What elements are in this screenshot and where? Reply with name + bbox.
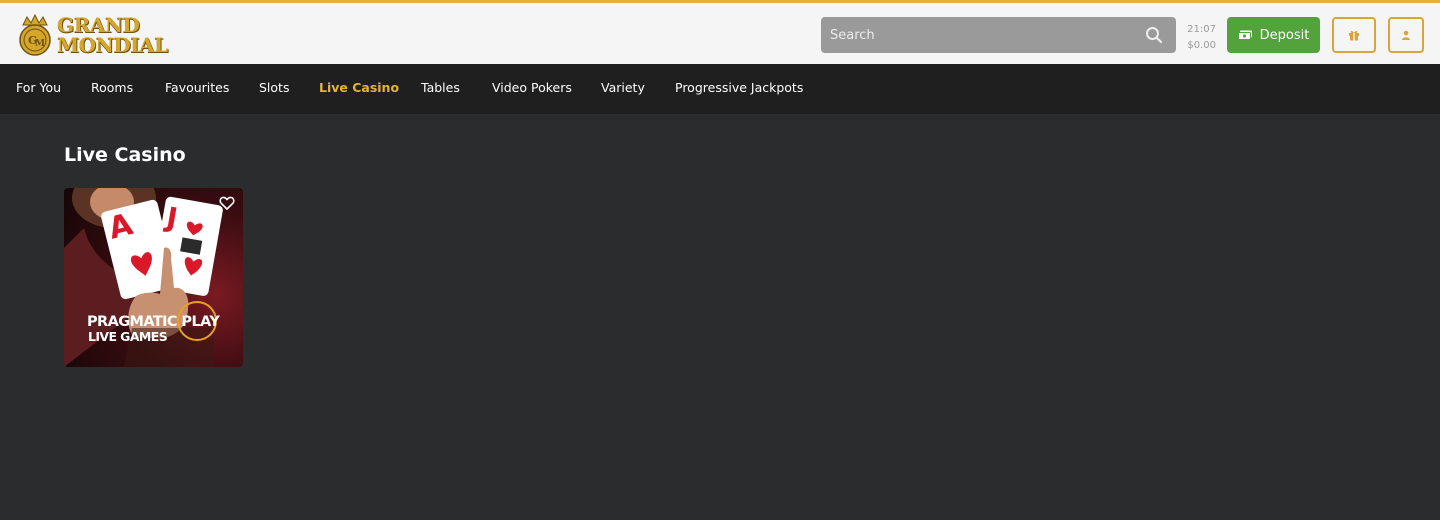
svg-text:M: M: [35, 39, 45, 49]
nav-item-video-pokers[interactable]: Video Pokers: [492, 64, 572, 114]
gift-icon: [1349, 30, 1359, 41]
nav-item-live-casino[interactable]: Live Casino: [319, 64, 399, 114]
brand-line-2: LIVE GAMES: [88, 329, 168, 344]
logo-line-1: GRAND: [57, 13, 140, 37]
crown-crest-icon: G M: [19, 13, 51, 56]
user-icon: [1402, 30, 1410, 40]
nav-item-for-you[interactable]: For You: [16, 64, 61, 114]
nav-item-rooms[interactable]: Rooms: [91, 64, 133, 114]
logo-wordmark: GRAND MONDIAL: [57, 15, 168, 55]
brand-pragmatic: PRAGMATIC: [87, 314, 178, 330]
logo-line-2: MONDIAL: [57, 33, 168, 57]
search-input[interactable]: [821, 17, 1141, 53]
section-title: Live Casino: [64, 144, 186, 166]
session-info: 21:07 $0.00: [1180, 22, 1216, 54]
brand-play: PLAY: [181, 314, 220, 330]
deposit-button[interactable]: Deposit: [1227, 17, 1320, 53]
nav-item-tables[interactable]: Tables: [421, 64, 460, 114]
balance-amount: $0.00: [1187, 40, 1216, 51]
top-header: G M GRAND MONDIAL 21:07 $0.00 Deposit: [0, 0, 1440, 64]
cash-icon: [1237, 30, 1252, 40]
nav-item-favourites[interactable]: Favourites: [165, 64, 229, 114]
category-nav: For You Rooms Favourites Slots Live Casi…: [0, 64, 1440, 114]
favourite-heart-icon[interactable]: [219, 195, 235, 211]
nav-item-progressive-jackpots[interactable]: Progressive Jackpots: [675, 64, 803, 114]
grand-mondial-logo[interactable]: G M GRAND MONDIAL: [15, 12, 175, 58]
account-button[interactable]: [1388, 17, 1424, 53]
gift-button[interactable]: [1332, 17, 1376, 53]
nav-item-slots[interactable]: Slots: [259, 64, 289, 114]
search-box[interactable]: [821, 17, 1176, 53]
search-icon[interactable]: [1145, 26, 1163, 44]
clock-time: 21:07: [1187, 24, 1216, 35]
deposit-label: Deposit: [1259, 27, 1310, 43]
nav-item-variety[interactable]: Variety: [601, 64, 645, 114]
game-tile[interactable]: A J PRAGMATIC PLAY LIVE GAMES: [64, 188, 243, 367]
